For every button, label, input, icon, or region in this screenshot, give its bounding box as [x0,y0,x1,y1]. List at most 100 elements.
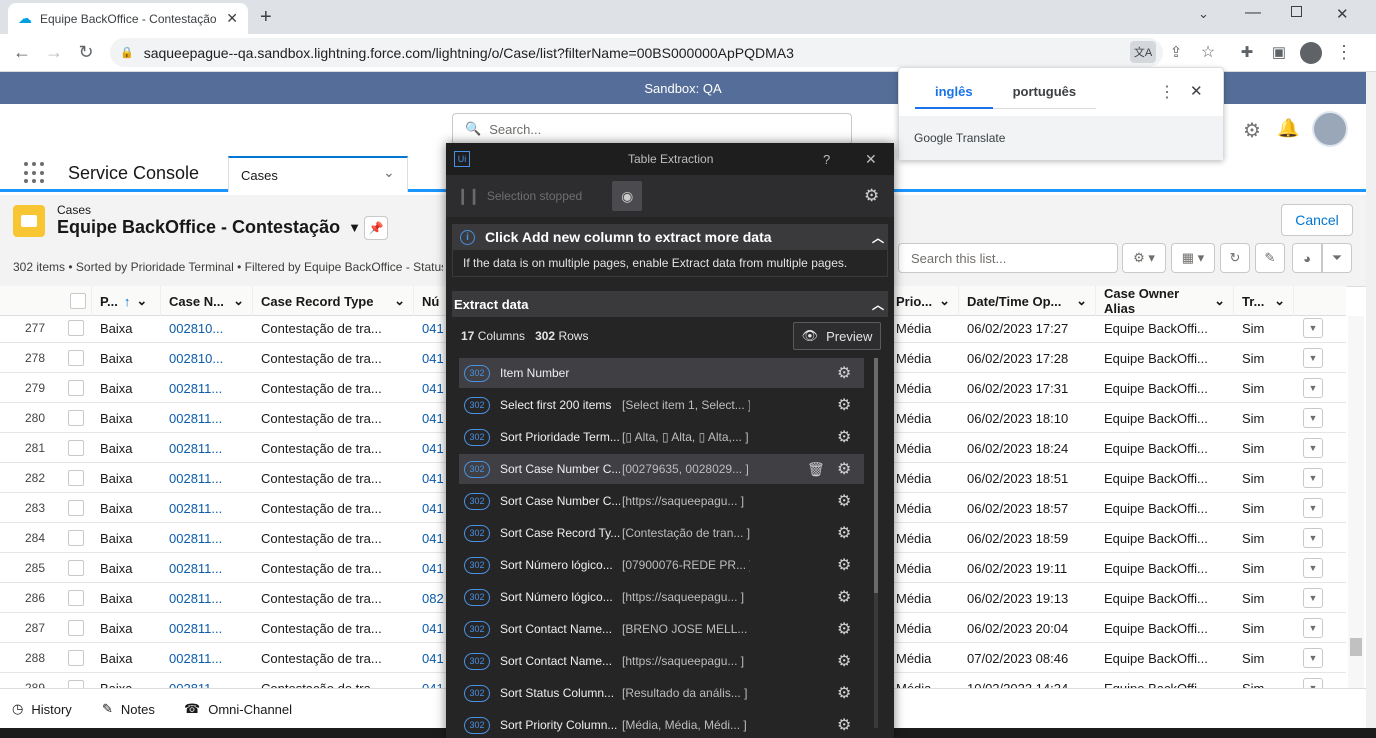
column-header-owner[interactable]: Case Owner Alias ⌄ [1096,286,1234,316]
utility-history[interactable]: ◷ History [12,701,72,717]
columns-scrollbar[interactable] [874,358,878,728]
refresh-icon[interactable]: ↻ [1220,243,1250,273]
row-action-dropdown-icon[interactable]: ▼ [1303,588,1323,608]
row-checkbox[interactable] [68,350,84,366]
case-number-link[interactable]: 002811... [169,463,249,493]
profile-icon[interactable] [1300,42,1322,64]
extracted-column-item[interactable]: 302 Select first 200 items [Select item 1,… [459,390,864,420]
setup-gear-icon[interactable]: ⚙ [1243,118,1261,143]
preview-button[interactable]: 👁 Preview [793,322,881,350]
row-action-dropdown-icon[interactable]: ▼ [1303,498,1323,518]
column-chevron-icon[interactable]: ⌄ [394,293,405,309]
panel-settings-gear-icon[interactable]: ⚙ [864,186,879,206]
case-number-link[interactable]: 002811... [169,403,249,433]
column-settings-gear-icon[interactable]: ⚙ [837,587,851,607]
display-as-table-icon[interactable]: ▦ ▾ [1171,243,1215,273]
row-action-dropdown-icon[interactable]: ▼ [1303,648,1323,668]
column-settings-gear-icon[interactable]: ⚙ [837,523,851,543]
row-checkbox[interactable] [68,500,84,516]
row-checkbox[interactable] [68,320,84,336]
extract-data-header[interactable]: Extract data ︿ [452,291,888,317]
reload-icon[interactable]: ↻ [74,40,98,64]
browser-menu-icon[interactable]: ⋮ [1332,40,1356,64]
column-settings-gear-icon[interactable]: ⚙ [837,491,851,511]
extracted-column-item[interactable]: 302 Sort Status Column... [Resultado da an… [459,678,864,708]
column-settings-gear-icon[interactable]: ⚙ [837,395,851,415]
row-checkbox[interactable] [68,590,84,606]
pause-icon[interactable]: ❙❙ [456,186,481,206]
row-action-dropdown-icon[interactable]: ▼ [1303,618,1323,638]
translate-more-icon[interactable]: ⋮ [1159,82,1175,102]
nav-chevron-down-icon[interactable]: ⌄ [383,164,395,181]
row-action-dropdown-icon[interactable]: ▼ [1303,558,1323,578]
row-action-dropdown-icon[interactable]: ▼ [1303,348,1323,368]
pin-icon[interactable]: 📌 [364,216,388,240]
columns-scrollbar-thumb[interactable] [874,358,878,593]
numero-cell[interactable]: 041 [422,493,446,523]
numero-cell[interactable]: 041 [422,433,446,463]
forward-icon[interactable]: → [42,40,66,64]
tab-cases[interactable]: Cases [228,156,408,192]
page-scrollbar[interactable] [1366,72,1376,738]
extracted-column-item[interactable]: 302 Sort Case Record Ty... [Contestação de… [459,518,864,548]
back-icon[interactable]: ← [10,40,34,64]
numero-cell[interactable]: 041 [422,373,446,403]
column-settings-gear-icon[interactable]: ⚙ [837,427,851,447]
row-checkbox[interactable] [68,560,84,576]
minimize-icon[interactable]: — [1245,4,1261,22]
row-action-dropdown-icon[interactable]: ▼ [1303,678,1323,688]
app-launcher-icon[interactable] [24,162,46,184]
row-action-dropdown-icon[interactable]: ▼ [1303,318,1323,338]
avatar[interactable] [1312,111,1348,147]
column-settings-gear-icon[interactable]: ⚙ [837,459,851,479]
numero-cell[interactable]: 041 [422,343,446,373]
extracted-column-item[interactable]: 302 Item Number ⚙ [459,358,864,388]
row-action-dropdown-icon[interactable]: ▼ [1303,378,1323,398]
column-chevron-icon[interactable]: ⌄ [1076,293,1087,309]
column-settings-gear-icon[interactable]: ⚙ [837,651,851,671]
list-view-title[interactable]: Equipe BackOffice - Contestação ▼ [57,217,361,238]
delete-column-icon[interactable]: 🗑 [807,461,825,478]
column-settings-gear-icon[interactable]: ⚙ [837,555,851,575]
table-scrollbar[interactable] [1348,316,1364,688]
translate-lang-tab-active[interactable]: inglês [915,78,993,109]
url-field[interactable]: 🔒 saqueepague--qa.sandbox.lightning.forc… [110,38,1163,67]
edit-pencil-icon[interactable]: ✎ [1255,243,1285,273]
browser-tab[interactable]: ☁ Equipe BackOffice - Contestação ✕ [8,3,248,34]
translate-icon[interactable]: 文A [1130,41,1156,63]
case-number-link[interactable]: 002811... [169,433,249,463]
case-number-link[interactable]: 002811... [169,553,249,583]
case-number-link[interactable]: 002811... [169,673,249,689]
charts-icon[interactable]: ◕ [1292,243,1322,273]
column-header-priority[interactable]: Prio... ⌄ [888,286,959,316]
utility-notes[interactable]: ✎ Notes [102,701,155,717]
case-number-link[interactable]: 002811... [169,523,249,553]
numero-cell[interactable]: 082 [422,583,446,613]
column-settings-gear-icon[interactable]: ⚙ [837,715,851,735]
column-settings-gear-icon[interactable]: ⚙ [837,363,851,383]
row-action-dropdown-icon[interactable]: ▼ [1303,528,1323,548]
translate-lang-tab-other[interactable]: português [992,78,1097,109]
numero-cell[interactable]: 041 [422,403,446,433]
case-number-link[interactable]: 002811... [169,493,249,523]
row-action-dropdown-icon[interactable]: ▼ [1303,438,1323,458]
panel-close-icon[interactable]: ✕ [865,151,877,168]
close-tab-icon[interactable]: ✕ [226,10,238,27]
collapse-chevron-up-icon[interactable]: ︿ [872,229,884,246]
row-checkbox[interactable] [68,440,84,456]
extracted-column-item[interactable]: 302 Sort Prioridade Term... [▯ Alta, ▯ Alt… [459,422,864,452]
numero-cell[interactable]: 041 [422,673,446,689]
column-chevron-icon[interactable]: ⌄ [233,293,244,309]
window-close-icon[interactable]: ✕ [1336,5,1349,23]
extracted-column-item[interactable]: 302 Sort Número lógico... [https://saqueep… [459,582,864,612]
row-checkbox[interactable] [68,380,84,396]
chevron-down-icon[interactable]: ⌄ [1198,6,1209,22]
table-scrollbar-thumb[interactable] [1350,638,1362,656]
translate-close-icon[interactable]: ✕ [1190,82,1203,100]
side-panel-icon[interactable]: ▣ [1267,40,1291,64]
column-settings-gear-icon[interactable]: ⚙ [837,619,851,639]
utility-omni-channel[interactable]: ☎ Omni-Channel [184,701,292,717]
restore-icon[interactable] [1291,6,1302,17]
bookmark-star-icon[interactable]: ☆ [1196,40,1220,64]
cancel-button[interactable]: Cancel [1281,204,1353,236]
